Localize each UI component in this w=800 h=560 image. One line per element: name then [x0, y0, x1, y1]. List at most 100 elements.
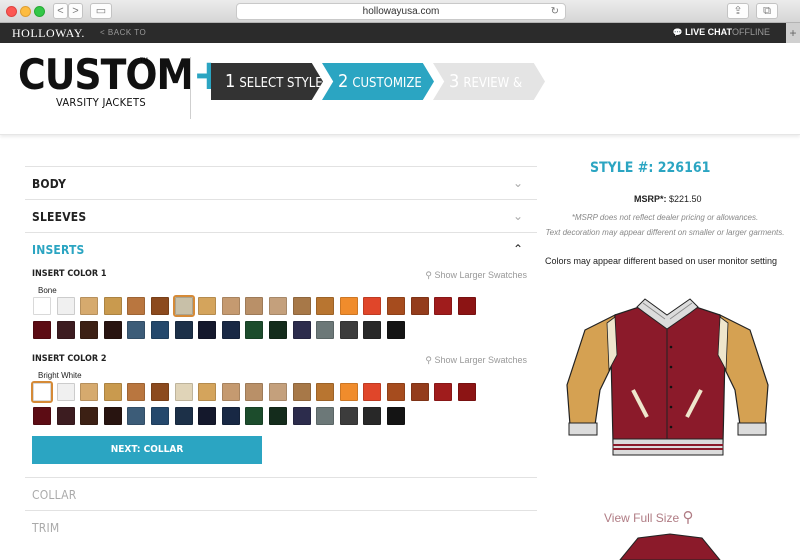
color-swatch[interactable] [221, 321, 240, 339]
show-larger-swatches-link-2[interactable]: ⚲ Show Larger Swatches [425, 355, 527, 366]
color-swatch[interactable] [103, 383, 122, 401]
zoom-window-button[interactable] [34, 6, 45, 17]
color-swatch[interactable] [339, 383, 358, 401]
color-swatch[interactable] [172, 295, 195, 317]
color-swatch[interactable] [80, 407, 99, 425]
color-swatch[interactable] [245, 321, 264, 339]
accordion-inserts-label[interactable]: INSERTS [32, 243, 85, 257]
color-swatch[interactable] [221, 383, 240, 401]
accordion-collar[interactable]: COLLAR [25, 477, 537, 510]
color-swatch[interactable] [80, 383, 99, 401]
tabs-button[interactable]: ⧉ [756, 3, 778, 19]
color-swatch[interactable] [363, 383, 382, 401]
color-swatch[interactable] [103, 297, 122, 315]
color-swatch[interactable] [103, 321, 122, 339]
back-to-link[interactable]: < BACK TO [100, 28, 146, 37]
accordion-trim[interactable]: TRIM [25, 510, 537, 543]
color-swatch[interactable] [268, 321, 287, 339]
color-swatch[interactable] [221, 407, 240, 425]
color-swatch[interactable] [339, 297, 358, 315]
color-swatch[interactable] [150, 407, 169, 425]
color-swatch[interactable] [221, 297, 240, 315]
color-swatch[interactable] [174, 383, 193, 401]
accordion-sleeves[interactable]: SLEEVES ⌄ [25, 199, 537, 232]
color-swatch[interactable] [80, 321, 99, 339]
color-swatch[interactable] [292, 407, 311, 425]
color-swatch[interactable] [457, 297, 476, 315]
chevron-up-icon[interactable]: ⌃ [513, 242, 523, 256]
step-review-save[interactable]: 3 REVIEW & SAVE [433, 63, 545, 100]
color-swatch[interactable] [457, 383, 476, 401]
color-swatch[interactable] [363, 407, 382, 425]
color-swatch[interactable] [198, 383, 217, 401]
jacket-preview[interactable] [545, 295, 800, 475]
color-swatch[interactable] [268, 407, 287, 425]
address-bar[interactable]: hollowayusa.com ↻ [236, 3, 566, 20]
color-swatch[interactable] [127, 321, 146, 339]
color-swatch[interactable] [198, 321, 217, 339]
color-swatch[interactable] [56, 383, 75, 401]
color-swatch[interactable] [150, 383, 169, 401]
new-tab-button[interactable]: + [786, 23, 800, 43]
close-window-button[interactable] [6, 6, 17, 17]
sidebar-button[interactable]: ▭ [90, 3, 112, 19]
color-swatch[interactable] [316, 383, 335, 401]
color-swatch[interactable] [410, 383, 429, 401]
next-collar-button[interactable]: NEXT: COLLAR [32, 436, 262, 464]
color-swatch[interactable] [127, 297, 146, 315]
step-customize[interactable]: 2 CUSTOMIZE [322, 63, 434, 100]
color-swatch[interactable] [292, 383, 311, 401]
color-swatch[interactable] [363, 297, 382, 315]
color-swatch[interactable] [292, 321, 311, 339]
color-swatch[interactable] [33, 321, 51, 339]
color-swatch[interactable] [103, 407, 122, 425]
color-swatch[interactable] [33, 407, 51, 425]
color-swatch[interactable] [339, 407, 358, 425]
color-swatch[interactable] [268, 297, 287, 315]
color-swatch[interactable] [198, 407, 217, 425]
share-button[interactable]: ⇪ [727, 3, 749, 19]
color-swatch[interactable] [386, 383, 405, 401]
holloway-logo[interactable]: HOLLOWAY. [12, 26, 85, 41]
custom-plus-logo[interactable]: CUSTOM+ TM VARSITY JACKETS [18, 54, 225, 110]
color-swatch[interactable] [174, 407, 193, 425]
live-chat-link[interactable]: 💬 LIVE CHATOFFLINE [673, 27, 770, 37]
color-swatch[interactable] [80, 297, 99, 315]
color-swatch[interactable] [292, 297, 311, 315]
color-swatch[interactable] [245, 383, 264, 401]
color-swatch[interactable] [174, 321, 193, 339]
color-swatch[interactable] [56, 297, 75, 315]
color-swatch[interactable] [56, 321, 75, 339]
color-swatch[interactable] [386, 297, 405, 315]
color-swatch[interactable] [316, 407, 335, 425]
jacket-thumbnail[interactable] [610, 526, 730, 560]
view-full-size-link[interactable]: View Full Size ⚲ [604, 508, 693, 526]
color-swatch[interactable] [410, 297, 429, 315]
color-swatch[interactable] [127, 407, 146, 425]
color-swatch[interactable] [339, 321, 358, 339]
color-swatch[interactable] [31, 381, 53, 403]
color-swatch[interactable] [56, 407, 75, 425]
color-swatch[interactable] [363, 321, 382, 339]
back-button[interactable]: < [53, 3, 68, 19]
accordion-body[interactable]: BODY ⌄ [25, 166, 537, 199]
step-select-style[interactable]: 1 SELECT STYLE [211, 63, 323, 100]
color-swatch[interactable] [127, 383, 146, 401]
color-swatch[interactable] [198, 297, 217, 315]
color-swatch[interactable] [33, 297, 51, 315]
color-swatch[interactable] [434, 297, 453, 315]
show-larger-swatches-link-1[interactable]: ⚲ Show Larger Swatches [425, 270, 527, 281]
color-swatch[interactable] [386, 321, 405, 339]
forward-button[interactable]: > [68, 3, 83, 19]
minimize-window-button[interactable] [20, 6, 31, 17]
color-swatch[interactable] [386, 407, 405, 425]
color-swatch[interactable] [316, 297, 335, 315]
color-swatch[interactable] [150, 297, 169, 315]
color-swatch[interactable] [245, 407, 264, 425]
color-swatch[interactable] [245, 297, 264, 315]
color-swatch[interactable] [150, 321, 169, 339]
color-swatch[interactable] [268, 383, 287, 401]
color-swatch[interactable] [434, 383, 453, 401]
color-swatch[interactable] [316, 321, 335, 339]
reload-icon[interactable]: ↻ [551, 4, 559, 19]
